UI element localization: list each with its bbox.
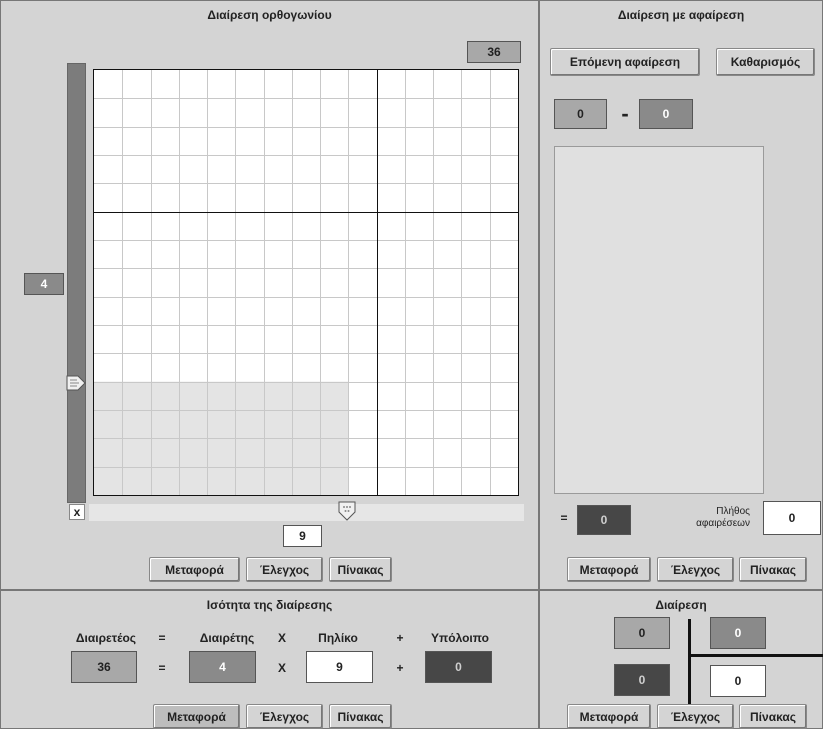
- panel-title: Διαίρεση ορθογωνίου: [207, 8, 332, 22]
- transfer-button[interactable]: Μεταφορά: [567, 557, 651, 582]
- division-vertical-line: [688, 619, 691, 717]
- product-value-box: 36: [467, 41, 521, 63]
- quotient-box: 9: [306, 651, 373, 683]
- divisor-header: Διαιρέτης: [199, 631, 255, 645]
- panel-title: Διαίρεση με αφαίρεση: [617, 8, 745, 22]
- times-sign: X: [277, 661, 286, 675]
- horizontal-slider-handle[interactable]: [338, 501, 356, 521]
- minus-sign: -: [621, 101, 629, 126]
- check-button[interactable]: Έλεγχος: [246, 704, 323, 729]
- transfer-button[interactable]: Μεταφορά: [153, 704, 240, 729]
- remainder-header: Υπόλοιπο: [431, 631, 489, 645]
- long-division-panel: Διαίρεση 0 0 0 0 Μεταφορά Έλεγχος Πίνακα…: [539, 590, 823, 729]
- vertical-slider-track[interactable]: [67, 63, 86, 503]
- table-button[interactable]: Πίνακας: [329, 557, 392, 582]
- plus-header: +: [396, 631, 404, 645]
- dividend-header: Διαιρετέος: [75, 631, 137, 645]
- horizontal-value-box: 9: [283, 525, 322, 547]
- vertical-slider-handle[interactable]: [66, 375, 86, 391]
- division-equality-panel: Ισότητα της διαίρεσης Διαιρετέος = Διαιρ…: [0, 590, 539, 729]
- next-subtraction-button[interactable]: Επόμενη αφαίρεση: [550, 48, 700, 76]
- quotient-header: Πηλίκο: [318, 631, 358, 645]
- rectangle-grid[interactable]: [93, 69, 519, 496]
- table-button[interactable]: Πίνακας: [329, 704, 392, 729]
- remainder-box: 0: [425, 651, 492, 683]
- panel-title: Ισότητα της διαίρεσης: [206, 598, 333, 612]
- table-button[interactable]: Πίνακας: [739, 557, 807, 582]
- remainder-box: 0: [614, 664, 670, 696]
- subtraction-list-area: [554, 146, 764, 494]
- vertical-value-box: 4: [24, 273, 64, 295]
- equals-sign: =: [560, 511, 568, 525]
- equals-header: =: [158, 631, 166, 645]
- x-marker: x: [69, 504, 85, 520]
- check-button[interactable]: Έλεγχος: [246, 557, 323, 582]
- panel-title: Διαίρεση: [655, 598, 707, 612]
- count-label-2: αφαιρέσεων: [696, 518, 750, 529]
- count-label-1: Πλήθος: [716, 506, 750, 517]
- equals-sign: =: [158, 661, 166, 675]
- subtraction-count-box: 0: [763, 501, 821, 535]
- subtraction-left-box: 0: [554, 99, 607, 129]
- dividend-box: 0: [614, 617, 670, 649]
- horizontal-slider-track[interactable]: [89, 504, 524, 521]
- table-button[interactable]: Πίνακας: [739, 704, 807, 729]
- divisor-box: 0: [710, 617, 766, 649]
- subtraction-division-panel: Διαίρεση με αφαίρεση Επόμενη αφαίρεση Κα…: [539, 0, 823, 590]
- times-header: X: [277, 631, 286, 645]
- check-button[interactable]: Έλεγχος: [657, 704, 734, 729]
- divisor-box: 4: [189, 651, 256, 683]
- subtraction-result-box: 0: [577, 505, 631, 535]
- subtraction-right-box: 0: [639, 99, 693, 129]
- plus-sign: +: [396, 661, 404, 675]
- quotient-box: 0: [710, 665, 766, 697]
- check-button[interactable]: Έλεγχος: [657, 557, 734, 582]
- dividend-box: 36: [71, 651, 137, 683]
- division-horizontal-line: [690, 654, 823, 657]
- transfer-button[interactable]: Μεταφορά: [149, 557, 240, 582]
- transfer-button[interactable]: Μεταφορά: [567, 704, 651, 729]
- clear-button[interactable]: Καθαρισμός: [716, 48, 815, 76]
- rectangle-division-panel: Διαίρεση ορθογωνίου 36 4 x 9 Μεταφορά Έλ…: [0, 0, 539, 590]
